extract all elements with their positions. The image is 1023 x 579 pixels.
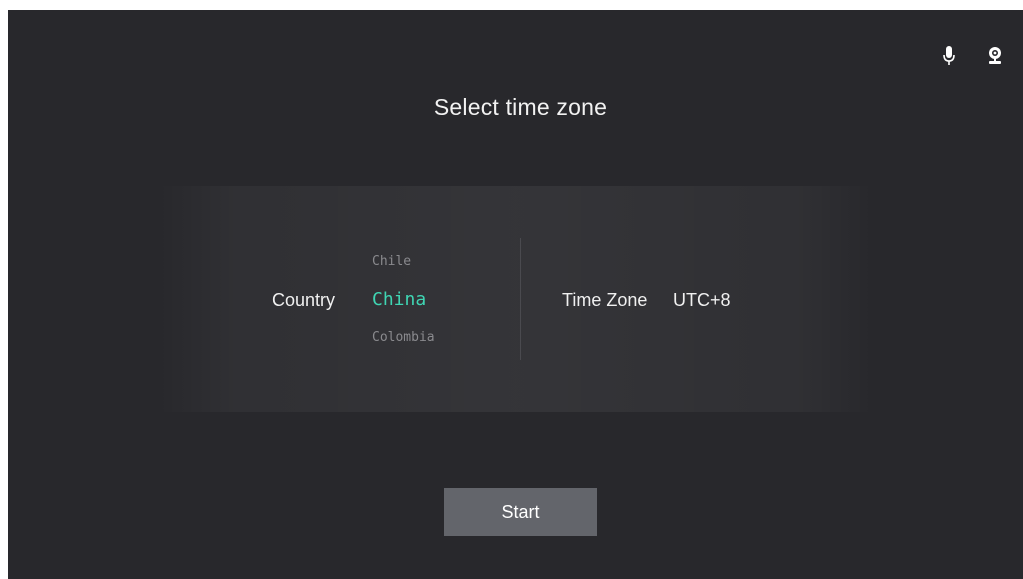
time-zone-label: Time Zone bbox=[562, 290, 648, 310]
time-zone-value: UTC+8 bbox=[673, 290, 731, 310]
country-option-previous[interactable]: Chile bbox=[372, 254, 411, 269]
start-button[interactable]: Start bbox=[444, 488, 597, 536]
page-title: Select time zone bbox=[433, 94, 608, 120]
vertical-divider bbox=[520, 238, 521, 360]
status-icons bbox=[939, 46, 1005, 66]
country-option-selected[interactable]: China bbox=[372, 289, 426, 310]
webcam-icon bbox=[985, 46, 1005, 66]
microphone-icon bbox=[939, 46, 959, 66]
settings-panel bbox=[158, 186, 874, 412]
country-label: Country bbox=[272, 290, 336, 310]
time-zone-setup-screen: Select time zone Country Chile China Col… bbox=[8, 10, 1023, 579]
country-option-next[interactable]: Colombia bbox=[372, 330, 435, 345]
